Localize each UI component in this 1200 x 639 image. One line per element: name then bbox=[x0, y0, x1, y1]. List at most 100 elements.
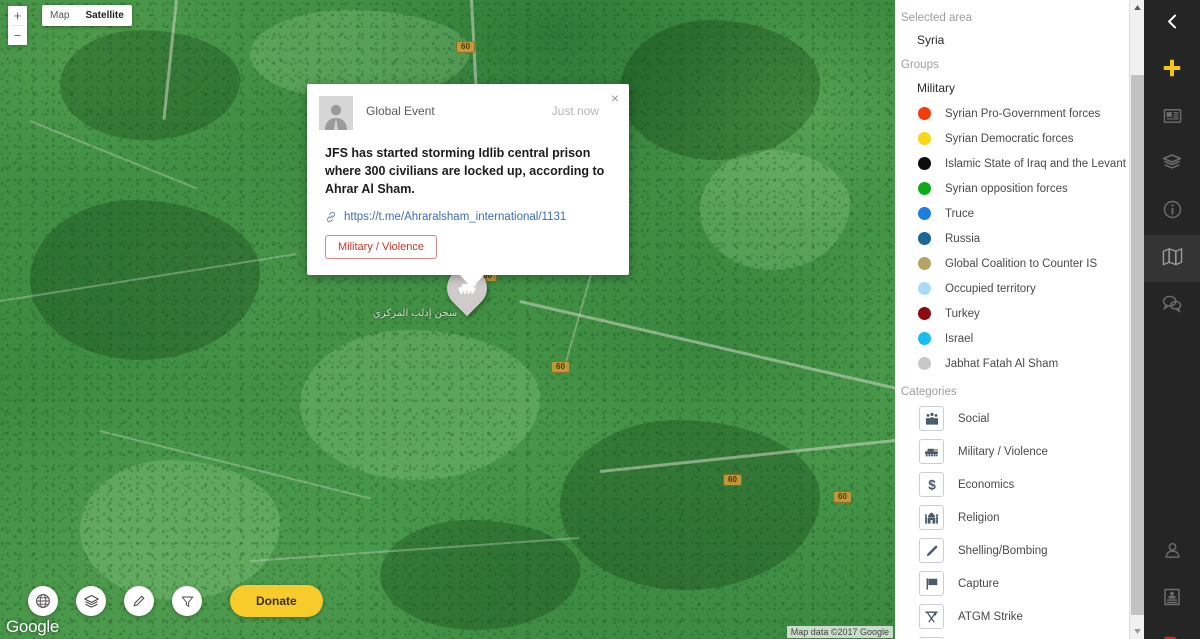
add-plus-icon bbox=[1161, 57, 1183, 84]
popup-source-link[interactable]: https://t.me/Ahraralsham_international/1… bbox=[344, 211, 566, 223]
group-item[interactable]: Islamic State of Iraq and the Levant bbox=[895, 151, 1144, 176]
map-type-satellite[interactable]: Satellite bbox=[77, 5, 131, 26]
person-placeholder-icon bbox=[325, 104, 347, 130]
map-attribution: Map data ©2017 Google bbox=[786, 626, 893, 638]
popup-author: Global Event bbox=[366, 104, 435, 118]
group-color-dot bbox=[918, 332, 931, 345]
category-item[interactable]: Social bbox=[895, 402, 1144, 435]
dollar-icon: $ bbox=[919, 472, 944, 497]
toolbar-logout-flag-button[interactable] bbox=[1144, 623, 1200, 639]
category-item[interactable]: Religion bbox=[895, 501, 1144, 534]
groups-heading: Groups bbox=[901, 59, 939, 71]
bomb-icon bbox=[919, 538, 944, 563]
group-item[interactable]: Occupied territory bbox=[895, 276, 1144, 301]
toolbar-add-plus-button[interactable] bbox=[1144, 47, 1200, 94]
globe-button[interactable] bbox=[28, 586, 58, 616]
google-logo: Google bbox=[6, 617, 60, 636]
group-color-dot bbox=[918, 207, 931, 220]
scrollbar-thumb[interactable] bbox=[1131, 75, 1144, 615]
chat-icon bbox=[1161, 293, 1183, 318]
flag-icon bbox=[919, 571, 944, 596]
scroll-down-arrow[interactable] bbox=[1130, 624, 1144, 639]
draw-button[interactable] bbox=[124, 586, 154, 616]
toolbar-bottom-group bbox=[1144, 529, 1200, 639]
toolbar-news-button[interactable] bbox=[1144, 94, 1200, 141]
group-item-label: Israel bbox=[945, 332, 974, 345]
category-item[interactable]: ATGM Strike bbox=[895, 600, 1144, 633]
group-item-label: Global Coalition to Counter IS bbox=[945, 257, 1098, 270]
filter-button[interactable] bbox=[172, 586, 202, 616]
user-icon bbox=[1163, 541, 1182, 565]
toolbar-user-button[interactable] bbox=[1144, 529, 1200, 576]
category-item-label: Shelling/Bombing bbox=[958, 544, 1048, 557]
category-item-label: Social bbox=[958, 412, 990, 425]
group-item[interactable]: Truce bbox=[895, 201, 1144, 226]
toolbar-id-card-button[interactable] bbox=[1144, 576, 1200, 623]
zoom-out-button[interactable]: − bbox=[8, 26, 27, 45]
group-item[interactable]: Israel bbox=[895, 326, 1144, 351]
popup-category-tag[interactable]: Military / Violence bbox=[325, 235, 437, 260]
sidebar-scrollbar[interactable] bbox=[1129, 0, 1144, 639]
group-item[interactable]: Turkey bbox=[895, 301, 1144, 326]
group-item-label: Occupied territory bbox=[945, 282, 1036, 295]
group-item[interactable]: Russia bbox=[895, 226, 1144, 251]
toolbar-map-button[interactable] bbox=[1144, 235, 1200, 282]
category-item[interactable]: Capture bbox=[895, 567, 1144, 600]
toolbar-layers-stack-button[interactable] bbox=[1144, 141, 1200, 188]
filter-icon bbox=[181, 596, 193, 607]
popup-timestamp: Just now bbox=[551, 104, 599, 118]
category-item[interactable]: Politics bbox=[895, 633, 1144, 639]
map-icon bbox=[1161, 246, 1184, 272]
popup-text: JFS has started storming Idlib central p… bbox=[325, 146, 605, 197]
groups-list: Syrian Pro-Government forces Syrian Democ… bbox=[895, 101, 1144, 376]
avatar bbox=[319, 96, 353, 130]
map-type-map[interactable]: Map bbox=[42, 5, 77, 26]
group-title-military[interactable]: Military bbox=[895, 75, 1144, 101]
group-item-label: Syrian Pro-Government forces bbox=[945, 107, 1101, 120]
group-color-dot bbox=[918, 182, 931, 195]
layers-stack-icon bbox=[1161, 152, 1183, 177]
popup-header: Global Event Just now bbox=[307, 84, 629, 130]
popup-close-button[interactable]: × bbox=[608, 89, 622, 107]
news-icon bbox=[1162, 105, 1183, 131]
toolbar-chat-button[interactable] bbox=[1144, 282, 1200, 329]
atgm-icon bbox=[919, 604, 944, 629]
category-item[interactable]: Military / Violence bbox=[895, 435, 1144, 468]
toolbar-top-group bbox=[1144, 0, 1200, 329]
group-item-label: Truce bbox=[945, 207, 974, 220]
group-item[interactable]: Global Coalition to Counter IS bbox=[895, 251, 1144, 276]
group-item[interactable]: Syrian Democratic forces bbox=[895, 126, 1144, 151]
map-type-toggle[interactable]: Map Satellite bbox=[42, 5, 132, 26]
selected-area-value[interactable]: Syria bbox=[895, 28, 1144, 55]
group-item-label: Islamic State of Iraq and the Levant bbox=[945, 157, 1126, 170]
group-item[interactable]: Jabhat Fatah Al Sham bbox=[895, 351, 1144, 376]
tank-icon bbox=[919, 439, 944, 464]
layers-icon bbox=[83, 594, 99, 608]
popup-link-row: https://t.me/Ahraralsham_international/1… bbox=[307, 198, 629, 223]
group-item[interactable]: Syrian opposition forces bbox=[895, 176, 1144, 201]
legend-content: Selected area Syria Groups Military Syri… bbox=[895, 0, 1144, 639]
toolbar-collapse-chevron-button[interactable] bbox=[1144, 0, 1200, 47]
group-item[interactable]: Syrian Pro-Government forces bbox=[895, 101, 1144, 126]
info-icon bbox=[1162, 199, 1183, 225]
zoom-in-button[interactable]: + bbox=[8, 6, 27, 25]
layers-button[interactable] bbox=[76, 586, 106, 616]
event-popup[interactable]: × Global Event Just now JFS has started … bbox=[307, 84, 629, 289]
scroll-up-arrow[interactable] bbox=[1130, 0, 1144, 15]
toolbar-info-button[interactable] bbox=[1144, 188, 1200, 235]
group-color-dot bbox=[918, 307, 931, 320]
popup-tag-row: Military / Violence bbox=[307, 223, 629, 275]
group-item-label: Russia bbox=[945, 232, 981, 245]
road-shield: 60 bbox=[551, 361, 570, 373]
map-canvas[interactable]: 60 60 60 60 60 سجن إدلب المركزي + − Map … bbox=[0, 0, 895, 639]
category-item-label: ATGM Strike bbox=[958, 610, 1023, 623]
category-item-label: Military / Violence bbox=[958, 445, 1048, 458]
category-item[interactable]: $ Economics bbox=[895, 468, 1144, 501]
map-zoom-control[interactable]: + − bbox=[8, 6, 27, 45]
link-icon bbox=[327, 212, 335, 223]
map-action-bar: Donate bbox=[28, 585, 323, 617]
category-item[interactable]: Shelling/Bombing bbox=[895, 534, 1144, 567]
donate-button[interactable]: Donate bbox=[230, 585, 323, 617]
group-item-label: Jabhat Fatah Al Sham bbox=[945, 357, 1059, 370]
